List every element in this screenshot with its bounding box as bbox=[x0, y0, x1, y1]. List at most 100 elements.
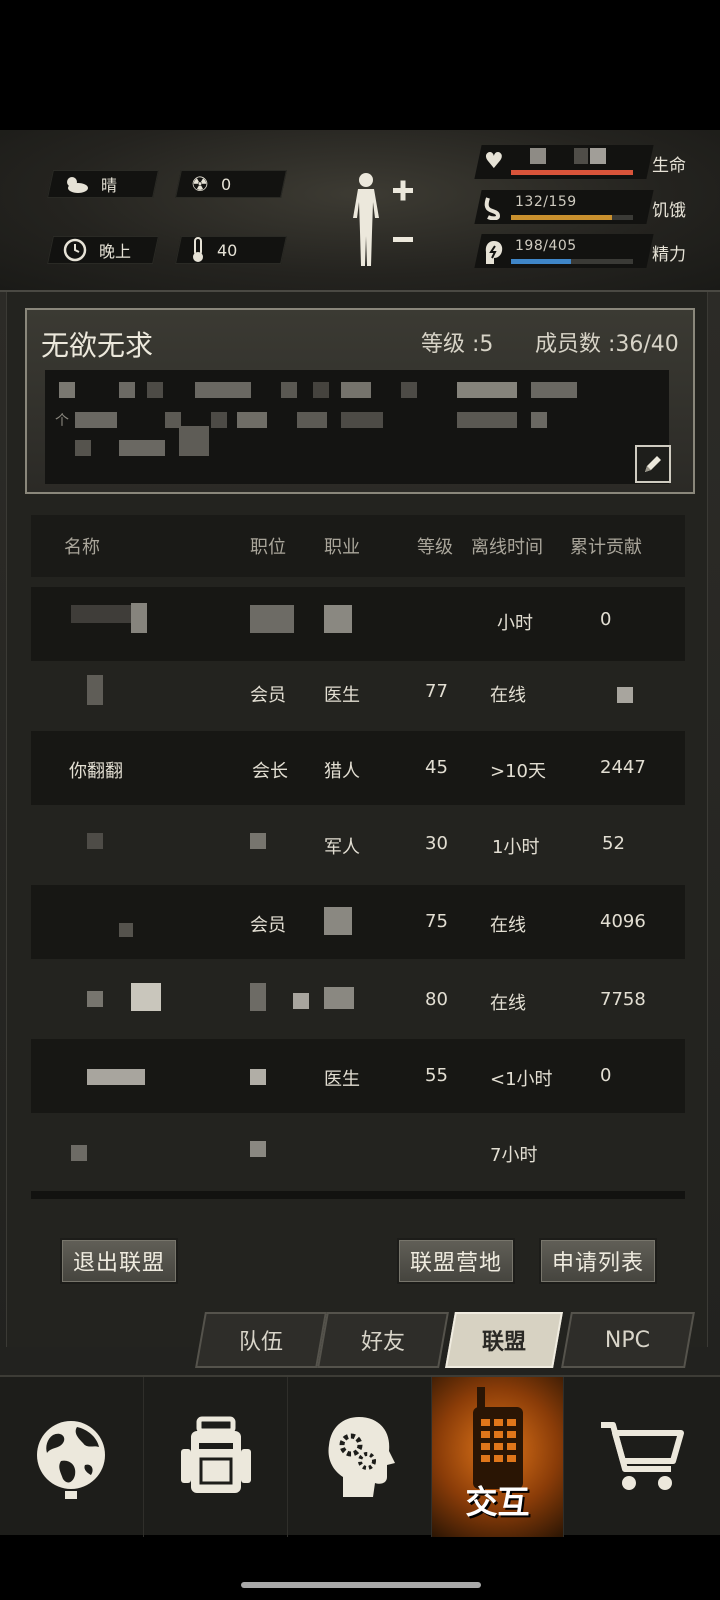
stat-life-bar bbox=[511, 170, 633, 175]
tab-alliance-label: 联盟 bbox=[481, 1330, 526, 1355]
stat-energy: 198/405 精力 bbox=[474, 234, 708, 268]
nav-inventory[interactable] bbox=[144, 1377, 288, 1537]
nav-shop[interactable] bbox=[564, 1377, 720, 1537]
alliance-members: 成员数 :36/40 bbox=[535, 332, 679, 357]
nav-skills[interactable] bbox=[288, 1377, 432, 1537]
table-header: 名称 职位 职业 等级 离线时间 累计贡献 bbox=[31, 515, 685, 577]
weather-label: 晴 bbox=[101, 176, 118, 195]
stat-hunger-bar bbox=[511, 215, 633, 220]
member-contribution: 2447 bbox=[600, 757, 646, 778]
stat-energy-label: 精力 bbox=[652, 245, 686, 265]
member-level: 80 bbox=[425, 989, 448, 1010]
header-offline[interactable]: 离线时间 bbox=[471, 533, 543, 559]
member-position: 会员 bbox=[250, 915, 286, 936]
member-level: 45 bbox=[425, 757, 448, 778]
tab-npc-label: NPC bbox=[605, 1327, 651, 1353]
weather-pill: 晴 bbox=[47, 170, 159, 198]
header-level[interactable]: 等级 bbox=[417, 533, 453, 559]
header-contribution[interactable]: 累计贡献 bbox=[570, 533, 642, 559]
header-job[interactable]: 职业 bbox=[324, 533, 360, 559]
member-job: 猎人 bbox=[324, 761, 360, 782]
table-row[interactable]: 医生 55 <1小时 0 bbox=[31, 1039, 685, 1113]
member-position: 会长 bbox=[252, 761, 288, 782]
stat-life-label: 生命 bbox=[652, 156, 686, 176]
temperature-pill: 40 bbox=[175, 236, 287, 264]
member-contribution: 0 bbox=[600, 609, 612, 630]
edit-description-button[interactable] bbox=[635, 445, 671, 483]
alliance-info-card: 无欲无求 等级 :5 成员数 :36/40 个 bbox=[25, 308, 695, 494]
alliance-description-text: 个 bbox=[55, 413, 69, 429]
alliance-level: 等级 :5 bbox=[421, 332, 494, 357]
heart-icon: ♥ bbox=[484, 149, 504, 174]
radiation-icon: ☢ bbox=[191, 172, 209, 196]
member-offline: 在线 bbox=[490, 993, 526, 1014]
member-offline: >10天 bbox=[490, 761, 546, 782]
tab-friends-label: 好友 bbox=[360, 1330, 405, 1355]
stat-hunger-label: 饥饿 bbox=[652, 201, 686, 221]
table-row[interactable]: 会员 75 在线 4096 bbox=[31, 885, 685, 959]
member-level: 30 bbox=[425, 833, 448, 854]
member-job: 医生 bbox=[324, 1069, 360, 1090]
member-position: 会员 bbox=[250, 685, 286, 706]
member-level: 77 bbox=[425, 681, 448, 702]
brain-icon bbox=[484, 240, 504, 266]
stat-life: ♥ 生命 bbox=[474, 145, 708, 179]
body-status-icon[interactable] bbox=[348, 170, 418, 270]
table-row[interactable]: 军人 30 1小时 52 bbox=[31, 807, 685, 881]
tab-team-label: 队伍 bbox=[238, 1330, 283, 1355]
member-contribution: 4096 bbox=[600, 911, 646, 932]
status-bar bbox=[0, 0, 720, 130]
table-row[interactable]: 会员 医生 77 在线 bbox=[31, 653, 685, 727]
radiation-value: 0 bbox=[220, 174, 232, 194]
stomach-icon bbox=[484, 196, 502, 220]
globe-icon bbox=[36, 1421, 105, 1499]
member-offline: 在线 bbox=[490, 915, 526, 936]
member-offline: <1小时 bbox=[490, 1069, 553, 1090]
shopping-cart-icon bbox=[601, 1422, 684, 1490]
member-contribution: 7758 bbox=[600, 989, 646, 1010]
stat-hunger-value: 132/159 bbox=[515, 194, 577, 210]
table-row[interactable]: 你翻翻 会长 猎人 45 >10天 2447 bbox=[31, 731, 685, 805]
stat-hunger: 132/159 饥饿 bbox=[474, 190, 708, 224]
tab-npc[interactable]: NPC bbox=[561, 1312, 695, 1368]
thermometer-icon bbox=[191, 237, 205, 263]
table-scroll-edge bbox=[31, 1191, 685, 1199]
head-gears-icon bbox=[328, 1417, 395, 1497]
radiation-pill: ☢ 0 bbox=[175, 170, 287, 198]
backpack-icon bbox=[180, 1416, 251, 1493]
alliance-camp-button[interactable]: 联盟营地 bbox=[397, 1238, 515, 1284]
cloud-sun-icon bbox=[63, 174, 89, 194]
leave-alliance-button[interactable]: 退出联盟 bbox=[60, 1238, 178, 1284]
nav-interact[interactable]: 交互 bbox=[432, 1377, 564, 1537]
member-offline: 7小时 bbox=[490, 1145, 538, 1166]
header-name[interactable]: 名称 bbox=[64, 533, 100, 559]
table-row[interactable]: 小时 0 bbox=[31, 587, 685, 661]
member-job: 军人 bbox=[324, 837, 360, 858]
application-list-button[interactable]: 申请列表 bbox=[539, 1238, 657, 1284]
time-pill: 晚上 bbox=[47, 236, 159, 264]
member-offline: 1小时 bbox=[492, 837, 540, 858]
header-position[interactable]: 职位 bbox=[250, 533, 286, 559]
tab-alliance[interactable]: 联盟 bbox=[445, 1312, 563, 1368]
alliance-description: 个 bbox=[45, 370, 669, 484]
member-contribution: 0 bbox=[600, 1065, 612, 1086]
pencil-icon bbox=[645, 456, 661, 472]
member-offline: 在线 bbox=[490, 685, 526, 706]
stat-energy-value: 198/405 bbox=[515, 238, 577, 254]
member-offline: 小时 bbox=[497, 613, 533, 634]
nav-interact-label: 交互 bbox=[465, 1483, 530, 1521]
home-indicator[interactable] bbox=[241, 1582, 481, 1588]
temperature-value: 40 bbox=[217, 240, 238, 260]
clock-icon bbox=[63, 238, 87, 262]
member-level: 75 bbox=[425, 911, 448, 932]
member-name: 你翻翻 bbox=[69, 761, 123, 782]
time-label: 晚上 bbox=[99, 242, 132, 261]
tab-team[interactable]: 队伍 bbox=[195, 1312, 327, 1368]
nav-map[interactable] bbox=[0, 1377, 144, 1537]
table-row[interactable]: 80 在线 7758 bbox=[31, 961, 685, 1035]
alliance-name: 无欲无求 bbox=[41, 329, 154, 362]
tab-friends[interactable]: 好友 bbox=[317, 1312, 449, 1368]
bottom-navigation: 交互 bbox=[0, 1375, 720, 1537]
table-row[interactable]: 7小时 bbox=[31, 1115, 685, 1189]
member-job: 医生 bbox=[324, 685, 360, 706]
